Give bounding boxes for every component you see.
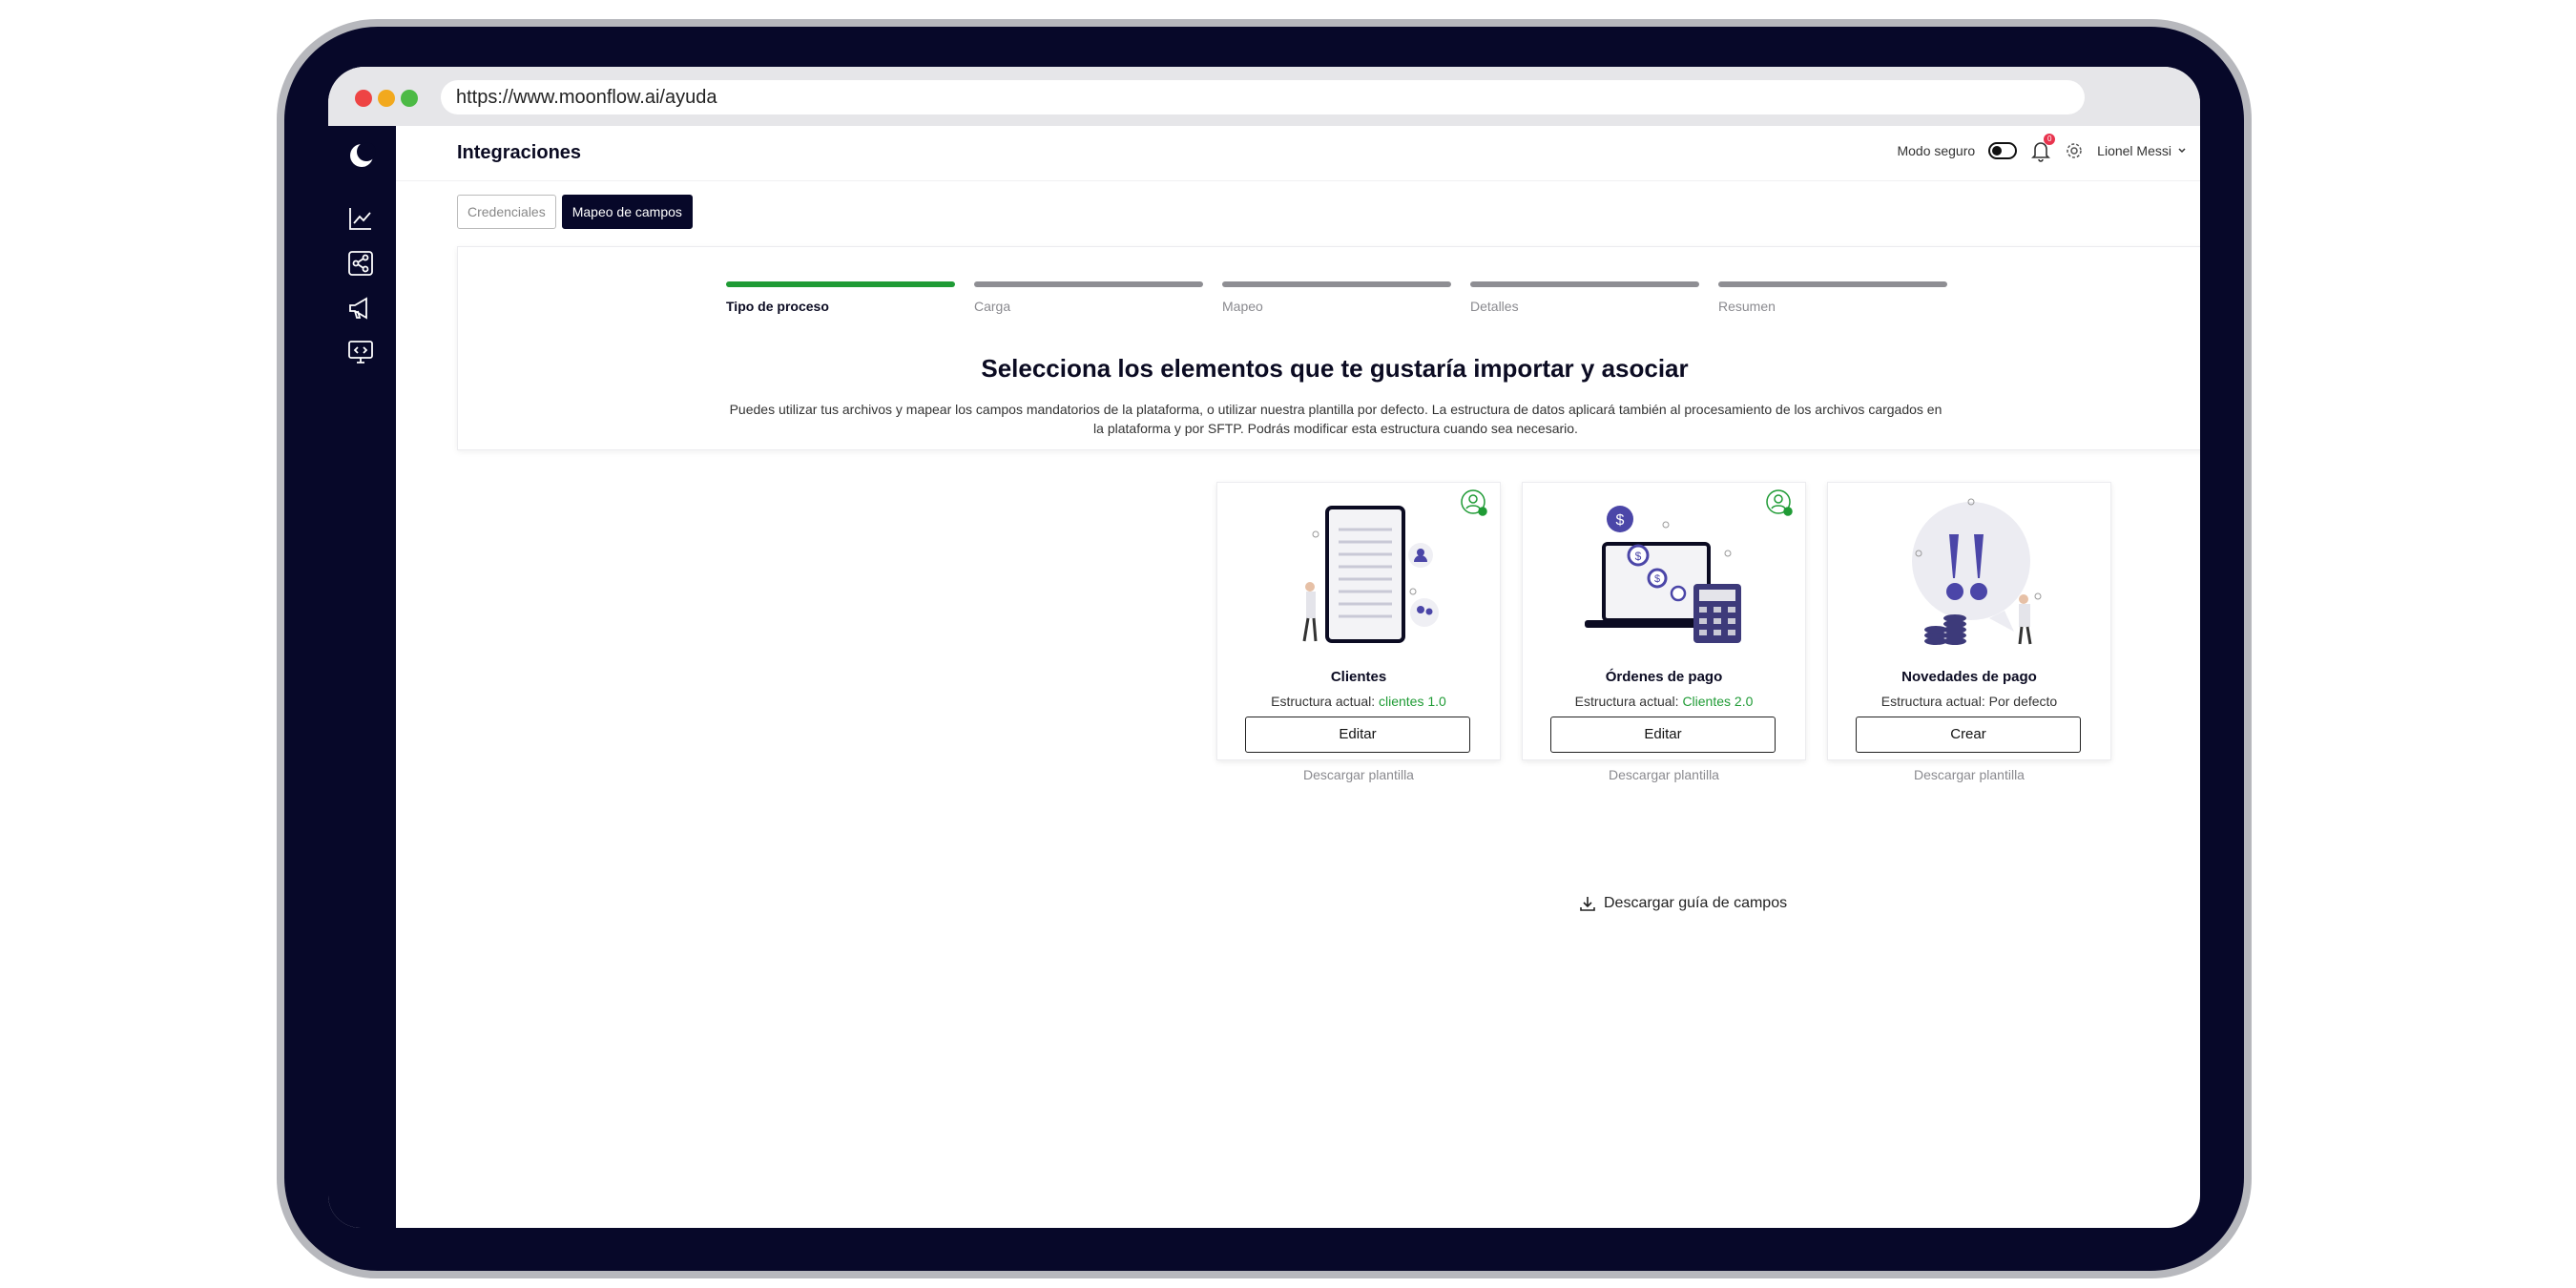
card-title: Órdenes de pago xyxy=(1605,669,1723,685)
monitor-code-icon[interactable] xyxy=(346,338,375,366)
gear-icon[interactable] xyxy=(2065,141,2084,160)
step-label: Carga xyxy=(974,299,1011,314)
tab-mapeo-de-campos[interactable]: Mapeo de campos xyxy=(561,195,693,229)
structure-value: Por defecto xyxy=(1988,694,2058,709)
card-clientes: Clientes Estructura actual: clientes 1.0… xyxy=(1216,482,1501,782)
card-novedades-de-pago: Novedades de pago Estructura actual: Por… xyxy=(1827,482,2111,782)
structure-value: Clientes 2.0 xyxy=(1682,694,1754,709)
chevron-down-icon xyxy=(2178,148,2186,154)
section-headline: Selecciona los elementos que te gustaría… xyxy=(981,354,1689,383)
step-progress-bar xyxy=(1222,281,1451,287)
card-structure: Estructura actual: clientes 1.0 xyxy=(1217,694,1500,709)
step-label: Resumen xyxy=(1718,299,1776,314)
step-resumen[interactable]: Resumen xyxy=(1718,281,1947,314)
top-bar-actions: Modo seguro 0 Lionel Messi xyxy=(1897,134,2187,162)
tab-credenciales[interactable]: Credenciales xyxy=(457,195,556,229)
download-template-link[interactable]: Descargar plantilla xyxy=(1523,767,1805,782)
create-button[interactable]: Crear xyxy=(1856,717,2081,753)
notification-badge: 0 xyxy=(2044,134,2056,145)
structure-label: Estructura actual: xyxy=(1880,694,1985,709)
structure-value: clientes 1.0 xyxy=(1379,694,1446,709)
step-progress-bar xyxy=(974,281,1203,287)
download-field-guide-label: Descargar guía de campos xyxy=(1604,895,1788,911)
close-window-dot[interactable] xyxy=(355,90,372,107)
tablet-person-illustration xyxy=(1302,506,1439,643)
card-ordenes-de-pago: $ $ $ Órdenes de pago Estructura actual:… xyxy=(1522,482,1806,782)
top-bar: Integraciones Modo seguro 0 Lionel Messi xyxy=(396,126,2200,181)
svg-text:$: $ xyxy=(1635,550,1642,563)
step-label: Mapeo xyxy=(1222,299,1263,314)
step-label: Tipo de proceso xyxy=(726,299,829,314)
user-name: Lionel Messi xyxy=(2097,143,2171,158)
device-frame: https://www.moonflow.ai/ayuda Integracio… xyxy=(277,19,2252,1278)
laptop-calculator-illustration: $ $ $ xyxy=(1585,506,1741,643)
step-label: Detalles xyxy=(1470,299,1519,314)
edit-button[interactable]: Editar xyxy=(1245,717,1470,753)
megaphone-icon[interactable] xyxy=(346,294,375,322)
download-icon xyxy=(1580,897,1595,911)
card-structure: Estructura actual: Clientes 2.0 xyxy=(1523,694,1805,709)
step-tipo-de-proceso[interactable]: Tipo de proceso xyxy=(726,281,955,314)
sidebar xyxy=(328,126,396,1228)
download-template-link[interactable]: Descargar plantilla xyxy=(1217,767,1500,782)
step-detalles[interactable]: Detalles xyxy=(1470,281,1699,314)
maximize-window-dot[interactable] xyxy=(401,90,418,107)
analytics-icon[interactable] xyxy=(346,204,375,233)
tab-bar: Credenciales Mapeo de campos xyxy=(457,195,693,229)
step-carga[interactable]: Carga xyxy=(974,281,1203,314)
browser-window: https://www.moonflow.ai/ayuda Integracio… xyxy=(328,67,2200,1228)
moon-logo-icon[interactable] xyxy=(345,139,378,172)
safe-mode-toggle[interactable] xyxy=(1988,142,2018,159)
structure-label: Estructura actual: xyxy=(1574,694,1679,709)
download-template-link[interactable]: Descargar plantilla xyxy=(1828,767,2110,782)
step-progress-bar xyxy=(726,281,955,287)
user-menu[interactable]: Lionel Messi xyxy=(2097,143,2187,158)
notifications-button[interactable]: 0 xyxy=(2030,134,2056,162)
page-title: Integraciones xyxy=(457,142,582,163)
user-check-icon xyxy=(1461,489,1487,516)
minimize-window-dot[interactable] xyxy=(378,90,395,107)
user-check-icon xyxy=(1766,489,1793,516)
step-progress-bar xyxy=(1718,281,1947,287)
step-progress-bar xyxy=(1470,281,1699,287)
card-title: Novedades de pago xyxy=(1901,669,2037,685)
edit-button[interactable]: Editar xyxy=(1550,717,1776,753)
alert-coins-illustration xyxy=(1912,498,2042,645)
address-bar[interactable]: https://www.moonflow.ai/ayuda xyxy=(441,80,2085,114)
download-field-guide-link[interactable]: Descargar guía de campos xyxy=(1579,895,1787,912)
browser-chrome: https://www.moonflow.ai/ayuda xyxy=(328,67,2200,126)
process-panel: Tipo de proceso Carga Mapeo Detalles Res… xyxy=(457,246,2200,450)
structure-label: Estructura actual: xyxy=(1271,694,1376,709)
step-mapeo[interactable]: Mapeo xyxy=(1222,281,1451,314)
section-description: Puedes utilizar tus archivos y mapear lo… xyxy=(729,402,1942,436)
card-structure: Estructura actual: Por defecto xyxy=(1828,694,2110,709)
card-title: Clientes xyxy=(1330,669,1387,685)
safe-mode-label: Modo seguro xyxy=(1897,143,1976,158)
device-bezel: https://www.moonflow.ai/ayuda Integracio… xyxy=(284,27,2244,1271)
share-network-icon[interactable] xyxy=(346,249,375,278)
svg-text:$: $ xyxy=(1654,573,1660,585)
svg-text:$: $ xyxy=(1616,512,1625,529)
main-content: Integraciones Modo seguro 0 Lionel Messi xyxy=(396,126,2200,1228)
